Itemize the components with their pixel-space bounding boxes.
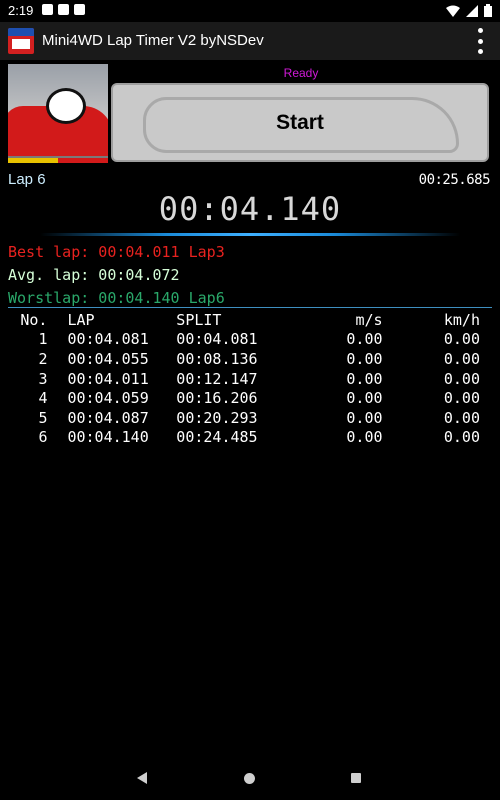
cell-split: 00:12.147 (176, 369, 258, 388)
battery-icon (484, 4, 492, 17)
table-row: 1 00:04.081 00:04.081 0.00 0.00 (8, 330, 480, 350)
table-divider (8, 307, 492, 308)
header-split: SPLIT (176, 310, 222, 329)
cell-lap: 00:04.140 (67, 428, 149, 447)
cell-lap: 00:04.087 (67, 408, 149, 427)
header-no: No. (20, 310, 48, 329)
cell-lap: 00:04.055 (67, 349, 149, 368)
header-mps: m/s (355, 310, 383, 329)
worst-lap-stat: Worstlap: 00:04.140 Lap6 (8, 289, 225, 307)
cell-kmh: 0.00 (443, 330, 480, 349)
timer-state-label: Ready (283, 66, 319, 80)
notification-icon (58, 4, 69, 15)
cell-split: 00:20.293 (176, 408, 258, 427)
glow-divider (40, 233, 460, 236)
status-time: 2:19 (8, 3, 34, 18)
table-header-row: No. LAP SPLIT m/s km/h (8, 310, 480, 330)
cell-split: 00:04.081 (176, 330, 258, 349)
cell-no: 3 (38, 369, 48, 388)
cell-kmh: 0.00 (443, 389, 480, 408)
table-row: 4 00:04.059 00:16.206 0.00 0.00 (8, 388, 480, 408)
start-button-label: Start (276, 110, 324, 134)
cell-kmh: 0.00 (443, 349, 480, 368)
cell-lap: 00:04.081 (67, 330, 149, 349)
cell-mps: 0.00 (346, 389, 383, 408)
cell-lap: 00:04.059 (67, 389, 149, 408)
wifi-icon (446, 5, 460, 17)
cell-no: 6 (38, 428, 48, 447)
cell-split: 00:24.485 (176, 428, 258, 447)
cell-kmh: 0.00 (443, 408, 480, 427)
signal-icon (466, 4, 478, 17)
cell-mps: 0.00 (346, 369, 383, 388)
cell-no: 4 (38, 389, 48, 408)
status-left-icons (42, 4, 85, 15)
app-bar: Mini4WD Lap Timer V2 byNSDev (0, 22, 500, 60)
header-kmh: km/h (443, 310, 480, 329)
cell-mps: 0.00 (346, 349, 383, 368)
cell-no: 5 (38, 408, 48, 427)
best-lap-stat: Best lap: 00:04.011 Lap3 (8, 243, 225, 261)
cell-kmh: 0.00 (443, 369, 480, 388)
table-row: 5 00:04.087 00:20.293 0.00 0.00 (8, 408, 480, 428)
total-time: 00:25.685 (418, 172, 491, 188)
table-row: 6 00:04.140 00:24.485 0.00 0.00 (8, 428, 480, 448)
current-lap-time: 00:04.140 (158, 190, 342, 228)
status-bar: 2:19 (0, 0, 500, 22)
avg-lap-stat: Avg. lap: 00:04.072 (8, 266, 180, 284)
status-right-icons (446, 4, 492, 17)
sd-card-icon (74, 4, 85, 15)
car-thumbnail-image[interactable] (8, 64, 108, 163)
navigation-bar (0, 752, 500, 800)
back-icon[interactable] (137, 772, 147, 784)
table-row: 2 00:04.055 00:08.136 0.00 0.00 (8, 349, 480, 369)
cell-mps: 0.00 (346, 330, 383, 349)
cell-kmh: 0.00 (443, 428, 480, 447)
header-lap: LAP (67, 310, 95, 329)
cell-split: 00:08.136 (176, 349, 258, 368)
start-button[interactable]: Start (111, 83, 489, 162)
recents-icon[interactable] (351, 773, 361, 783)
lap-timer-logo-icon (8, 28, 34, 54)
overflow-menu-icon[interactable] (478, 28, 484, 54)
lap-table: No. LAP SPLIT m/s km/h 1 00:04.081 00:04… (8, 310, 480, 447)
cell-lap: 00:04.011 (67, 369, 149, 388)
app-title: Mini4WD Lap Timer V2 byNSDev (42, 32, 264, 49)
p-icon (42, 4, 53, 15)
home-icon[interactable] (244, 773, 255, 784)
table-row: 3 00:04.011 00:12.147 0.00 0.00 (8, 369, 480, 389)
cell-mps: 0.00 (346, 408, 383, 427)
cell-no: 2 (38, 349, 48, 368)
cell-mps: 0.00 (346, 428, 383, 447)
cell-no: 1 (38, 330, 48, 349)
cell-split: 00:16.206 (176, 389, 258, 408)
current-lap-label: Lap 6 (8, 171, 46, 188)
